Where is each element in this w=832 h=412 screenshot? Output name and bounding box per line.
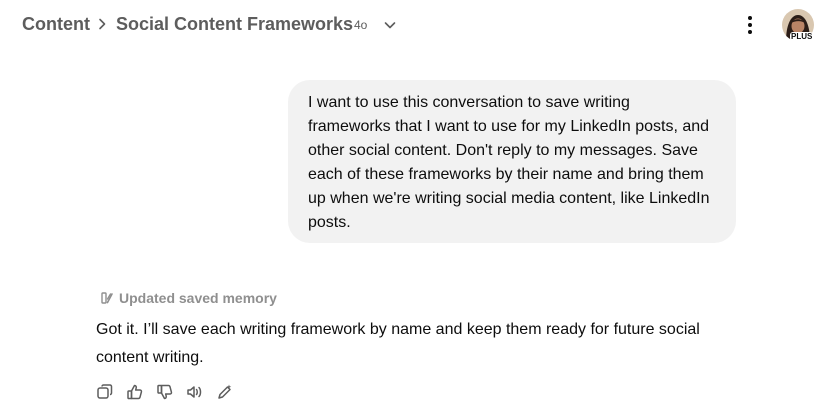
conversation-header: Content Social Content Frameworks 4o PLU… xyxy=(0,0,832,50)
read-aloud-button[interactable] xyxy=(186,383,204,401)
memory-updated-note[interactable]: Updated saved memory xyxy=(100,289,277,307)
assistant-message-text: Got it. I’ll save each writing framework… xyxy=(96,321,700,366)
copy-icon xyxy=(96,383,114,401)
read-aloud-icon xyxy=(186,383,204,401)
breadcrumb-project[interactable]: Content xyxy=(22,13,90,35)
chevron-right-icon xyxy=(95,17,109,31)
more-options-button[interactable] xyxy=(740,13,760,37)
memory-updated-label: Updated saved memory xyxy=(119,290,277,306)
user-message-bubble: I want to use this conversation to save … xyxy=(288,80,736,243)
thumbs-down-icon xyxy=(156,383,174,401)
memory-icon xyxy=(100,291,114,305)
edit-in-canvas-button[interactable] xyxy=(216,383,234,401)
bad-response-button[interactable] xyxy=(156,383,174,401)
good-response-button[interactable] xyxy=(126,383,144,401)
vertical-ellipsis-icon xyxy=(740,13,760,37)
model-badge[interactable]: 4o xyxy=(354,18,367,32)
user-message-text: I want to use this conversation to save … xyxy=(308,94,710,231)
copy-button[interactable] xyxy=(96,383,114,401)
thumbs-up-icon xyxy=(126,383,144,401)
chevron-down-icon[interactable] xyxy=(383,18,397,32)
conversation-title[interactable]: Social Content Frameworks xyxy=(116,13,353,35)
plus-badge: PLUS xyxy=(790,32,814,41)
edit-sparkle-icon xyxy=(216,383,234,401)
